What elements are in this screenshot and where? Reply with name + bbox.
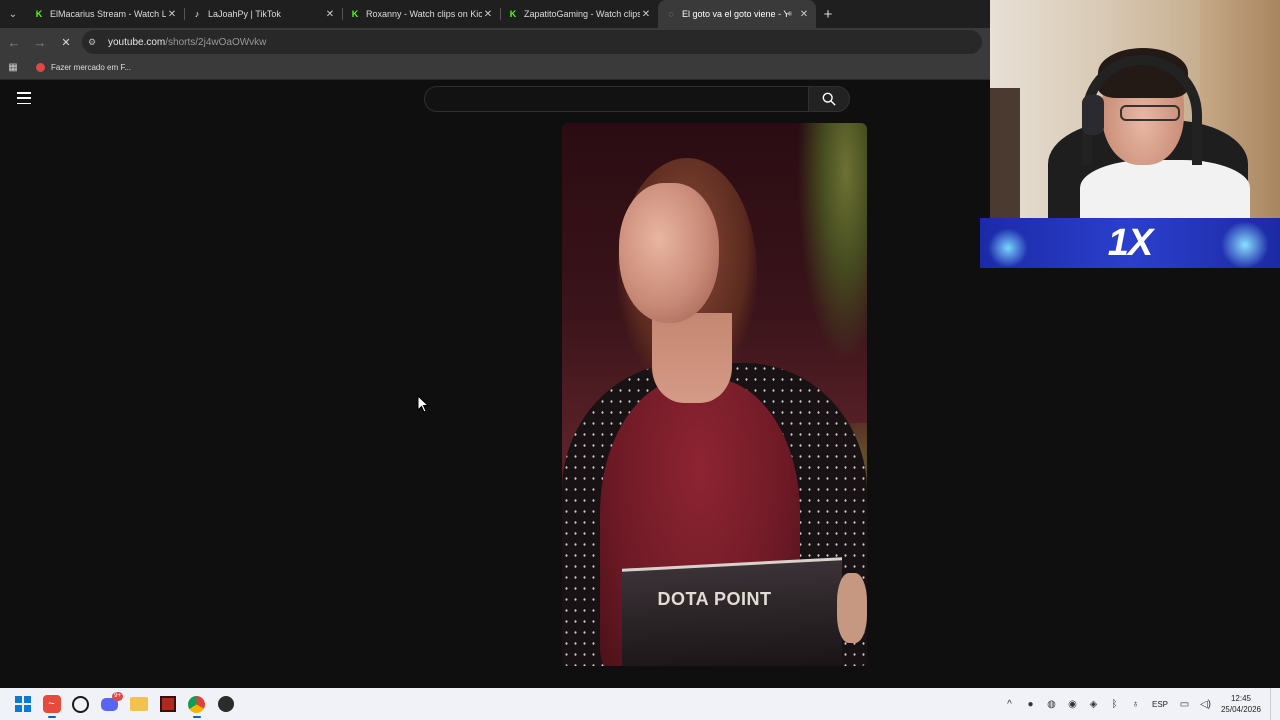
bookmark-favicon-icon	[36, 63, 45, 72]
close-icon[interactable]: ✕	[324, 9, 336, 20]
webcam-background	[990, 88, 1020, 218]
stream-background	[990, 268, 1280, 688]
back-arrow-icon[interactable]: ←	[2, 30, 26, 54]
bookmark-label: Fazer mercado em F...	[51, 63, 132, 72]
network-icon[interactable]: ▭	[1174, 699, 1195, 710]
bluetooth-icon[interactable]: ᛒ	[1104, 699, 1125, 710]
streamlabs-icon[interactable]: ~	[37, 690, 66, 719]
search-icon	[822, 92, 836, 106]
stop-loading-icon[interactable]: ✕	[54, 30, 78, 54]
tray-app-icon[interactable]: ●	[1020, 699, 1041, 710]
search-bar	[424, 86, 850, 112]
steam-icon[interactable]: ◉	[1062, 699, 1083, 710]
browser-tab[interactable]: K Roxanny - Watch clips on Kick ✕	[342, 0, 500, 28]
url-host: youtube.com	[108, 36, 166, 48]
menu-icon[interactable]	[17, 92, 31, 104]
webcam-overlay	[990, 0, 1280, 218]
browser-tab-active[interactable]: ◌ El goto va el goto viene - Yo 🔊︎ ✕	[658, 0, 816, 28]
chevron-up-icon[interactable]: ^	[999, 699, 1020, 710]
kick-icon: K	[35, 9, 43, 19]
search-input[interactable]	[424, 86, 808, 112]
video-frame-face	[619, 183, 719, 323]
new-tab-button[interactable]: +	[816, 0, 840, 28]
shorts-video-player[interactable]: DOTA POINT	[562, 123, 867, 666]
browser-tab[interactable]: K ElMacarius Stream - Watch Live ✕	[26, 0, 184, 28]
windows-taskbar: ~ 9+ ^ ● ◍ ◉ ◈ ᛒ ♁ ESP ▭ ◁) 12:45 25/04/…	[0, 688, 1280, 720]
file-explorer-icon[interactable]	[124, 690, 153, 719]
tab-title: ElMacarius Stream - Watch Live	[50, 9, 166, 19]
tab-search-button[interactable]: ⌄	[0, 0, 26, 28]
site-info-icon[interactable]: ⚙︎	[88, 37, 104, 48]
video-frame-neck	[652, 313, 732, 403]
tab-title: ZapatitoGaming - Watch clips o	[524, 9, 640, 19]
chrome-icon[interactable]	[182, 690, 211, 719]
youtube-loading-icon: ◌	[668, 9, 674, 19]
show-desktop-button[interactable]	[1270, 688, 1280, 720]
close-icon[interactable]: ✕	[798, 9, 810, 20]
search-button[interactable]	[808, 86, 850, 112]
apps-grid-icon[interactable]: ▦	[0, 62, 26, 73]
tab-strip: ⌄ K ElMacarius Stream - Watch Live ✕ ♪ L…	[0, 0, 990, 28]
obs-icon[interactable]	[211, 690, 240, 719]
speaker-icon[interactable]: 🔊︎	[787, 9, 792, 19]
system-tray: ^ ● ◍ ◉ ◈ ᛒ ♁ ESP ▭ ◁) 12:45 25/04/2026	[999, 688, 1280, 720]
address-bar[interactable]: ⚙︎ youtube.com/shorts/2j4wOaOWvkw	[82, 30, 982, 54]
forward-arrow-icon[interactable]: →	[28, 30, 52, 54]
clock[interactable]: 12:45 25/04/2026	[1216, 693, 1266, 715]
sponsor-logo: 1X	[1107, 222, 1153, 264]
tab-title: LaJoahPy | TikTok	[208, 9, 281, 19]
close-icon[interactable]: ✕	[166, 9, 178, 20]
security-shield-icon[interactable]: ◍	[1041, 699, 1062, 710]
video-frame-book	[622, 557, 842, 666]
bookmark-item[interactable]: Fazer mercado em F...	[36, 63, 131, 72]
youtube-page: DOTA POINT	[0, 81, 990, 688]
webcam-shirt	[1080, 160, 1250, 218]
clock-date: 25/04/2026	[1220, 705, 1262, 714]
language-indicator[interactable]: ESP	[1146, 700, 1174, 709]
whatsapp-icon[interactable]	[66, 690, 95, 719]
volume-icon[interactable]: ◁)	[1195, 699, 1216, 710]
close-icon[interactable]: ✕	[482, 9, 494, 20]
video-watermark: DOTA POINT	[657, 589, 772, 609]
url-path: /shorts/2j4wOaOWvkw	[165, 36, 267, 48]
discord-icon[interactable]: 9+	[95, 690, 124, 719]
tab-title: Roxanny - Watch clips on Kick	[366, 9, 482, 19]
cloud-sync-icon[interactable]: ◈	[1083, 699, 1104, 710]
tab-title: El goto va el goto viene - Yo	[682, 9, 787, 19]
kick-icon: K	[509, 9, 517, 19]
notification-badge: 9+	[112, 691, 123, 701]
kick-icon: K	[351, 9, 359, 19]
windows-start-icon[interactable]	[8, 690, 37, 719]
dota2-icon[interactable]	[153, 690, 182, 719]
clock-time: 12:45	[1230, 694, 1252, 703]
microphone-icon[interactable]: ♁	[1125, 699, 1146, 710]
bookmarks-bar: ▦ Fazer mercado em F...	[0, 56, 990, 80]
headset-earcup	[1082, 95, 1104, 135]
tiktok-icon: ♪	[194, 9, 200, 19]
video-frame-plant	[797, 123, 867, 363]
navigation-bar: ← → ✕ ⚙︎ youtube.com/shorts/2j4wOaOWvkw	[0, 28, 990, 56]
close-icon[interactable]: ✕	[640, 9, 652, 20]
browser-tab[interactable]: K ZapatitoGaming - Watch clips o ✕	[500, 0, 658, 28]
sponsor-banner: 1X	[980, 218, 1280, 268]
browser-tab[interactable]: ♪ LaJoahPy | TikTok ✕	[184, 0, 342, 28]
